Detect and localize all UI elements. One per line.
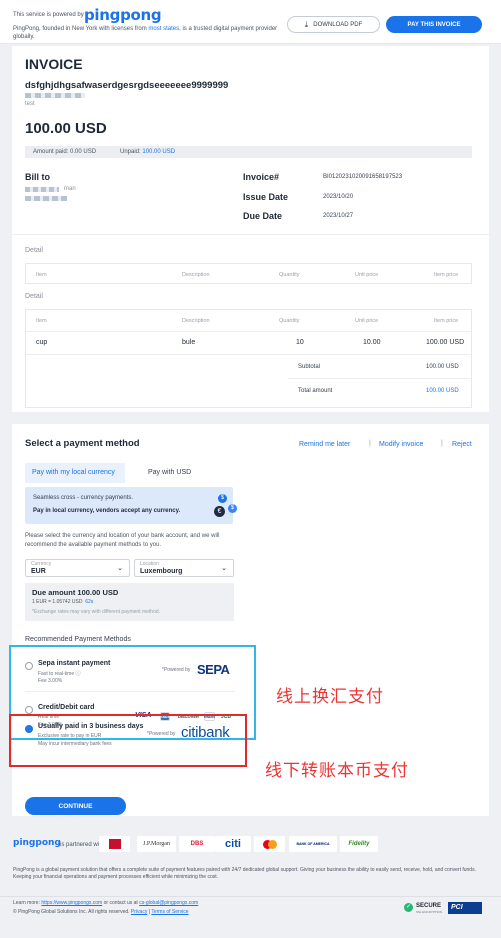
secure-badge: SECURE [416,903,442,909]
header-description: PingPong, founded in New York with licen… [13,26,278,40]
sepa-radio[interactable] [25,662,33,670]
shield-check-icon: ✓ [404,903,413,912]
due-date-label: Due Date [243,211,283,221]
modify-invoice-link[interactable]: Modify invoice [379,441,423,448]
location-select[interactable]: Location Luxembourg ⌄ [134,559,234,577]
merchant-name: dsfghjdhgsafwaserdgesrgdseeeeeee9999999 [25,80,229,91]
pay-this-invoice-button[interactable]: PAY THIS INVOICE [386,16,482,33]
due-date: 2023/10/27 [323,213,354,219]
annotation-online: 线上换汇支付 [276,687,384,707]
dollar-coin-icon: $ [218,494,227,503]
select-hint: Please select the currency and location … [25,533,220,548]
invoice-number: BI0120231020091658197523 [323,174,403,180]
card-radio[interactable] [25,706,33,714]
chevron-down-icon: ⌄ [117,565,123,572]
footer-copyright: © PingPong Global Solutions Inc. All rig… [13,909,189,915]
pingpong-logo[interactable]: pingpong [84,6,162,24]
boc-logo-icon [108,839,121,849]
secure-badge-sub: SSL ENCRYPTION [416,910,443,914]
payment-title: Select a payment method [25,438,140,449]
partnered-label: is partnered with [60,842,105,848]
method-sepa[interactable]: Sepa instant payment Fast to real-time ⓘ… [25,660,236,686]
footer-learn-more: Learn more: https://www.pingpongx.com or… [13,900,199,906]
invoice-title: INVOICE [25,56,83,72]
powered-by-text: This service is powered by [13,12,84,18]
pci-badge: PCI [448,902,482,914]
detail-table: Item Description Quantity Unit price Ite… [25,309,472,408]
tab-usd[interactable]: Pay with USD [148,469,191,476]
merchant-sub: test [25,101,35,107]
reject-link[interactable]: Reject [452,441,472,448]
currency-banner: Seamless cross - currency payments. Pay … [25,487,237,524]
partner-jpmorgan: J.P.Morgan [137,836,176,852]
download-icon: ⤓ [304,19,309,29]
detail-table-header: Item Description Quantity Unit price Ite… [25,263,472,284]
invoice-card: INVOICE dsfghjdhgsafwaserdgesrgdseeeeeee… [12,46,489,412]
annotation-offline: 线下转账本币支付 [265,761,409,781]
detail-label: Detail [25,247,43,254]
invoice-number-label: Invoice# [243,172,280,182]
partner-boc [99,836,130,852]
method-citibank[interactable]: Usually paid in 3 business days Exclusiv… [25,723,236,753]
due-amount-box: Due amount 100.00 USD 1 EUR = 1.05742 US… [25,583,234,621]
partner-citi: citi [215,836,251,852]
privacy-link[interactable]: Privacy [131,909,147,915]
footer-divider [0,896,501,897]
tab-local-currency[interactable]: Pay with my local currency [25,463,125,483]
subtotal-label: Subtotal [298,364,321,370]
partner-mastercard [254,836,285,852]
bill-to-address-blurred [25,196,67,201]
bill-to-name: man [64,186,76,192]
remind-later-link[interactable]: Remind me later [299,441,350,448]
contact-email-link[interactable]: cs-global@pingpongx.com [139,900,198,906]
total-label: Total amount [298,388,333,394]
detail-label-2: Detail [25,293,43,300]
footer-about: PingPong is a global payment solution th… [13,867,476,880]
total-value: 100.00 USD [426,388,459,394]
download-pdf-button[interactable]: ⤓ DOWNLOAD PDF [287,16,380,33]
chevron-down-icon: ⌄ [221,565,227,572]
currency-coin-icon: $ [228,504,237,513]
website-link[interactable]: https://www.pingpongx.com [41,900,102,906]
top-bar: This service is powered by pingpong Ping… [0,0,501,44]
payment-card: Select a payment method Remind me later … [9,424,489,816]
issue-date: 2023/10/20 [323,194,354,200]
bill-to-label: Bill to [25,172,50,182]
pingpong-logo-small: pingpong [13,838,61,848]
bill-to-blurred [25,187,59,192]
paid-status-bar: Amount paid: 0.00 USD Unpaid: 100.00 USD [25,146,472,158]
euro-coin-icon: € [214,506,225,517]
sepa-logo: SEPA [197,662,230,677]
divider [12,234,489,235]
invoice-amount: 100.00 USD [25,120,107,137]
issue-date-label: Issue Date [243,192,289,202]
recommended-label: Recommended Payment Methods [25,636,131,643]
partner-fidelity: Fidelity [340,836,378,852]
continue-button[interactable]: CONTINUE [25,797,126,815]
most-states-link[interactable]: most states [148,26,179,32]
citibank-logo: citibank [181,724,230,741]
subtotal-value: 100.00 USD [426,364,459,370]
table-row: cup bule 10 10.00 100.00 USD [36,339,465,346]
terms-link[interactable]: Terms of Service [151,909,188,915]
partner-dbs: DBS [179,836,215,852]
partner-bank-of-america: BANK OF AMERICA [289,836,337,852]
currency-select[interactable]: Currency EUR ⌄ [25,559,130,577]
merchant-address-blurred [25,93,85,98]
